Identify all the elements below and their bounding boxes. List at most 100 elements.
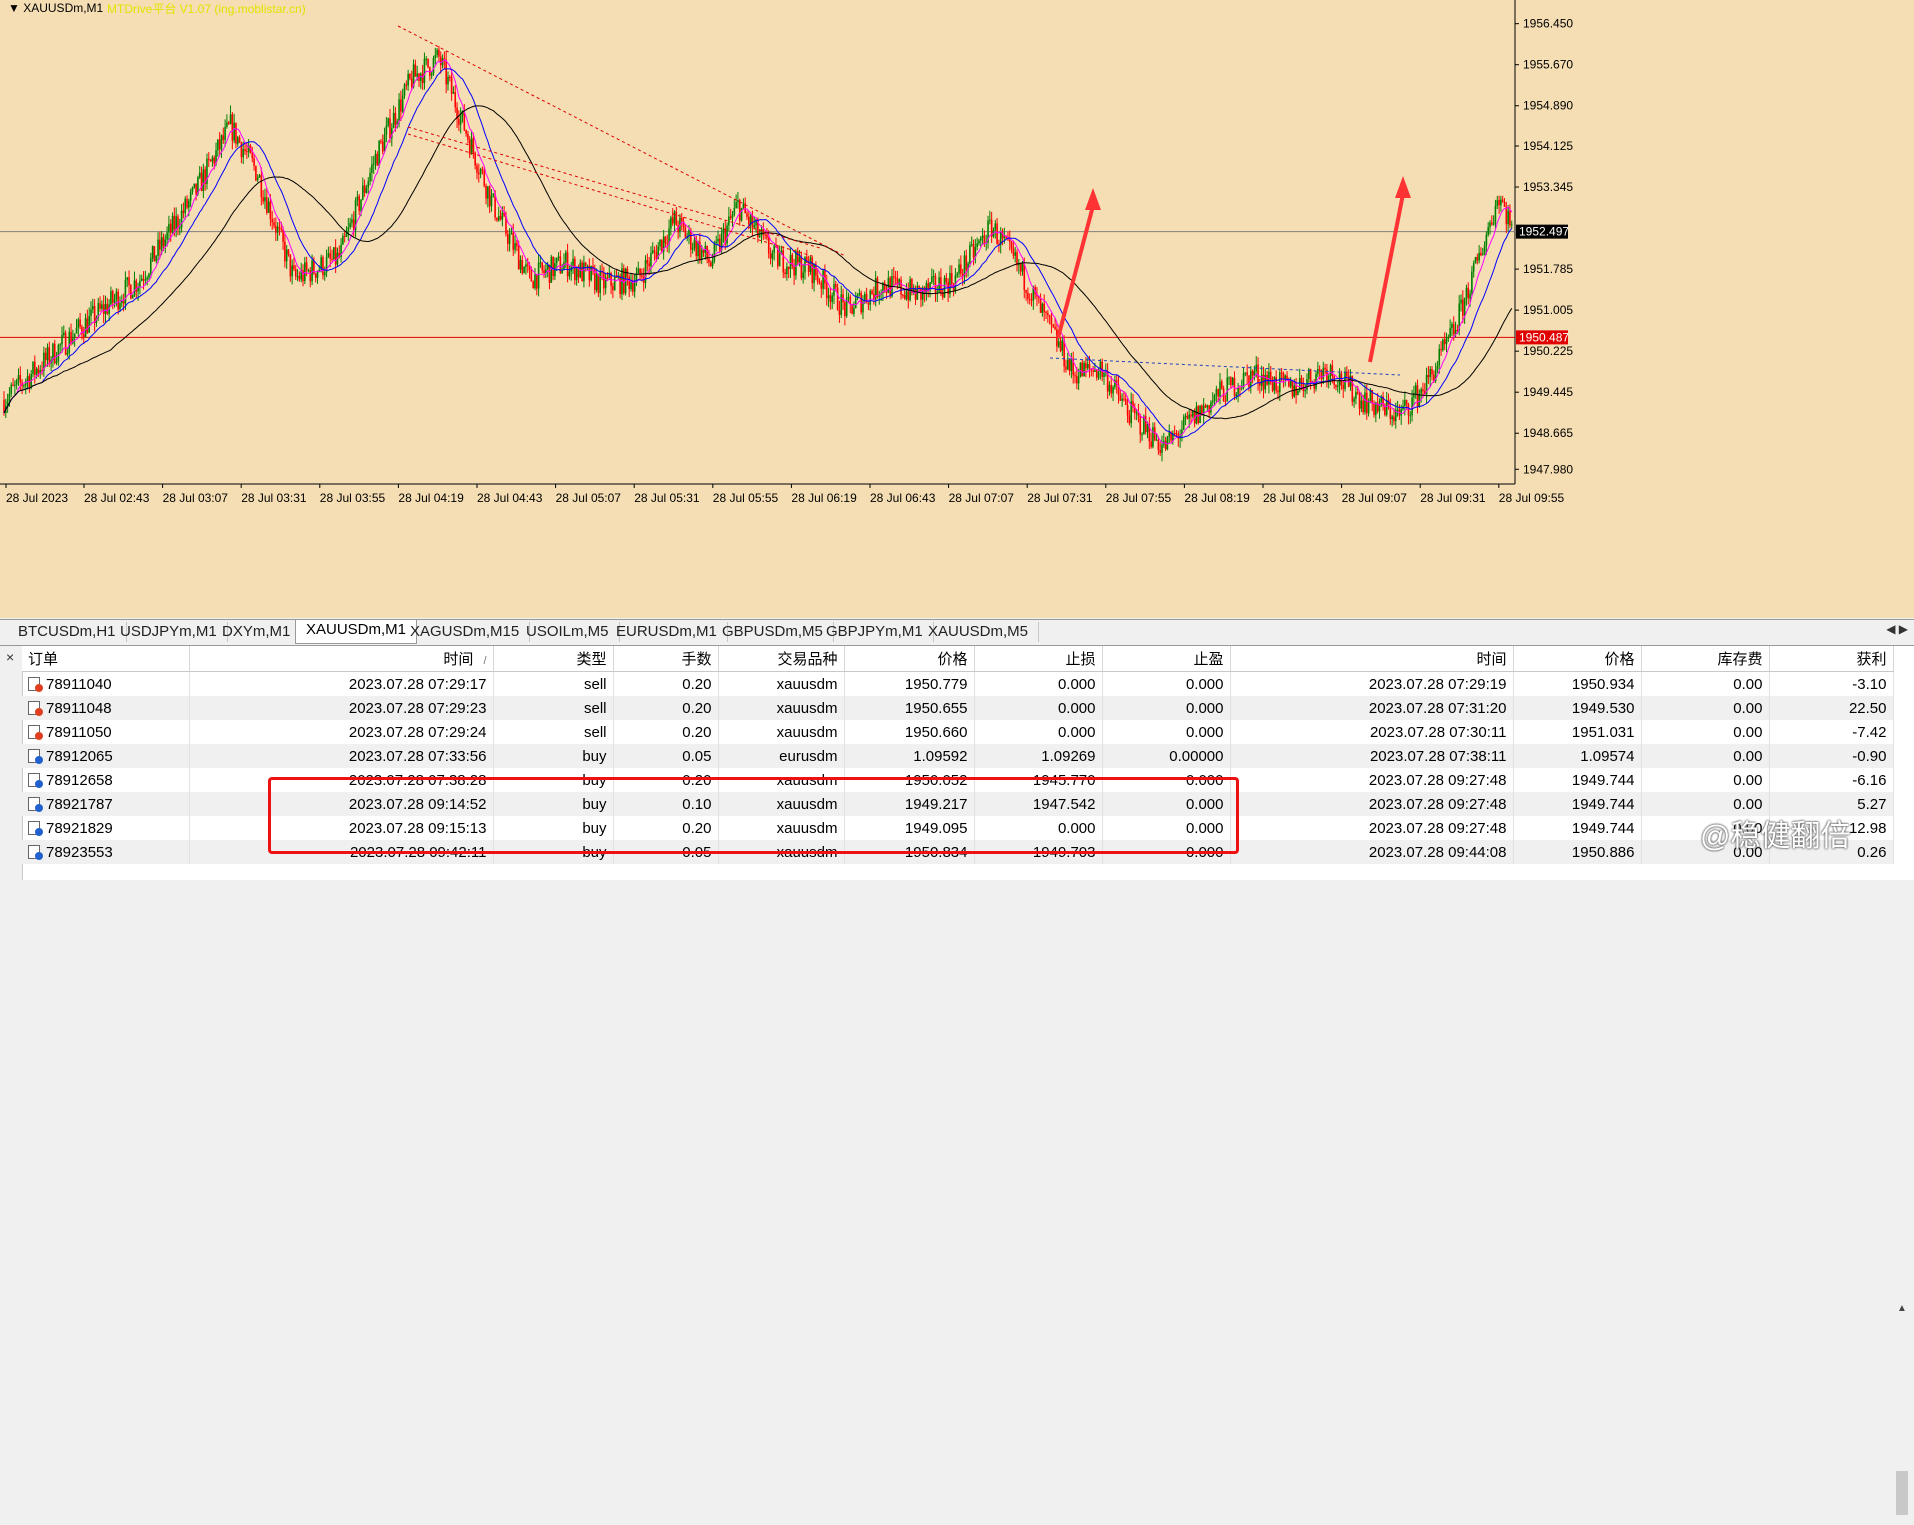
order-ticket-icon — [28, 772, 43, 788]
candle-body — [960, 264, 962, 274]
cell-tp: 0.000 — [1102, 720, 1231, 744]
cell-value: 0.20 — [682, 723, 712, 741]
time-axis-label: 28 Jul 07:07 — [949, 491, 1015, 505]
tab-eurusdm-m1[interactable]: EURUSDm,M1 — [606, 622, 728, 642]
candle-body — [1056, 329, 1058, 347]
candle-body — [309, 270, 312, 282]
candle-body — [1047, 312, 1049, 316]
expert-advisor-label: MTDrive平台 V1.07 (ing.moblistar.cn) — [107, 2, 306, 16]
candle-body — [1472, 263, 1475, 272]
chart-canvas[interactable]: 1956.450 1955.670 1954.890 1954.125 1953.345… — [0, 0, 1914, 618]
column-header-2[interactable]: 类型 — [493, 646, 614, 672]
candle-body — [793, 265, 795, 276]
tab-gbpjpym-m1[interactable]: GBPJPYm,M1 — [816, 622, 934, 642]
close-icon[interactable]: × — [6, 649, 14, 665]
scroll-up-icon[interactable]: ▲ — [1897, 1303, 1907, 1314]
candle-body — [256, 177, 259, 181]
cell-value: 2023.07.28 07:30:11 — [1369, 723, 1507, 741]
candle-body — [1146, 424, 1149, 432]
column-header-4[interactable]: 交易品种 — [718, 646, 845, 672]
cell-value: 0.26 — [1857, 843, 1887, 861]
column-header-7[interactable]: 止盈 — [1102, 646, 1231, 672]
column-header-3[interactable]: 手数 — [613, 646, 719, 672]
candle-body — [1085, 363, 1087, 369]
candle-body — [1135, 412, 1138, 414]
column-header-8[interactable]: 时间 — [1230, 646, 1514, 672]
column-header-9[interactable]: 价格 — [1513, 646, 1642, 672]
column-header-0[interactable]: 订单 — [22, 646, 190, 672]
candle-body — [1496, 200, 1499, 206]
cell-value: -6.16 — [1852, 771, 1887, 789]
candle-body — [162, 237, 165, 247]
candle-body — [189, 191, 192, 201]
candle-body — [213, 157, 216, 164]
column-header-11[interactable]: 获利 — [1769, 646, 1894, 672]
cell-value: 2023.07.28 07:29:17 — [348, 675, 487, 693]
cell-value: 2023.07.28 09:27:48 — [1368, 795, 1507, 813]
cell-value: 2023.07.28 07:29:23 — [348, 699, 487, 717]
tab-scroll-arrows[interactable]: ◀ ▶ — [1886, 622, 1908, 636]
candle-body — [1016, 252, 1018, 266]
candle-body — [943, 277, 946, 298]
column-header-5[interactable]: 价格 — [844, 646, 975, 672]
candle-body — [1097, 372, 1100, 378]
table-row[interactable]: 78911050 2023.07.28 07:29:24 sell 0.20 xauus… — [22, 720, 1894, 744]
candle-body — [1240, 387, 1243, 389]
candle-body — [157, 239, 159, 256]
candle-body — [374, 153, 377, 164]
time-axis-label: 28 Jul 04:19 — [398, 491, 464, 505]
vertical-scrollbar[interactable]: ▲ — [1893, 1301, 1911, 1525]
candle-body — [492, 193, 495, 196]
candle-body — [191, 187, 194, 192]
candle-body — [517, 245, 520, 270]
tab-xagusdm-m15[interactable]: XAGUSDm,M15 — [400, 622, 531, 642]
price-axis-label: 1948.665 — [1523, 426, 1573, 440]
candle-body — [632, 282, 634, 292]
candle-body — [155, 255, 158, 262]
table-row[interactable]: 78911048 2023.07.28 07:29:23 sell 0.20 xauus… — [22, 696, 1894, 720]
column-header-6[interactable]: 止损 — [974, 646, 1103, 672]
tab-dxym-m1[interactable]: DXYm,M1 — [212, 622, 302, 642]
candle-body — [264, 197, 266, 202]
candle-body — [976, 243, 978, 248]
column-header-1[interactable]: 时间 / — [189, 646, 494, 672]
cell-order: 78921787 — [22, 792, 190, 816]
candle-body — [1208, 405, 1210, 413]
candle-body — [1166, 436, 1169, 450]
candle-body — [1086, 364, 1089, 369]
tab-xauusdm-m1[interactable]: XAUUSDm,M1 — [295, 620, 418, 644]
candle-body — [773, 245, 775, 253]
cell-close-price: 1949.744 — [1513, 768, 1642, 792]
cell-value: 78911048 — [46, 699, 112, 717]
candle-body — [110, 291, 112, 305]
candle-body — [1324, 367, 1326, 370]
tab-usoilm-m5[interactable]: USOILm,M5 — [516, 622, 620, 642]
candle-body — [289, 254, 292, 277]
table-row[interactable]: 78912065 2023.07.28 07:33:56 buy 0.05 eurusd… — [22, 744, 1894, 768]
candle-body — [516, 243, 518, 246]
candle-body — [655, 251, 658, 259]
candle-body — [996, 223, 998, 244]
candle-body — [483, 170, 486, 186]
time-axis-label: 28 Jul 07:31 — [1027, 491, 1093, 505]
cell-value: 1.09574 — [1580, 747, 1635, 765]
cell-value: 5.27 — [1857, 795, 1887, 813]
candle-body — [867, 302, 870, 305]
candle-body — [883, 282, 886, 290]
candle-body — [581, 262, 583, 282]
candle-body — [398, 99, 400, 122]
tab-usdjpym-m1[interactable]: USDJPYm,M1 — [110, 622, 228, 642]
column-header-label: 时间 — [1476, 651, 1507, 668]
price-chart[interactable]: 1956.450 1955.670 1954.890 1954.125 1953.345… — [0, 0, 1914, 618]
tab-btcusdm-h1[interactable]: BTCUSDm,H1 — [8, 622, 127, 642]
tab-xauusdm-m5[interactable]: XAUUSDm,M5 — [918, 622, 1040, 642]
candle-body — [1400, 409, 1403, 416]
candle-body — [499, 215, 502, 220]
candle-body — [1231, 377, 1234, 386]
candle-body — [343, 235, 346, 237]
candle-body — [1094, 370, 1096, 372]
column-header-10[interactable]: 库存费 — [1641, 646, 1770, 672]
scrollbar-thumb[interactable] — [1896, 1471, 1908, 1515]
candle-body — [1491, 222, 1493, 225]
table-row[interactable]: 78911040 2023.07.28 07:29:17 sell 0.20 xauus… — [22, 671, 1894, 696]
